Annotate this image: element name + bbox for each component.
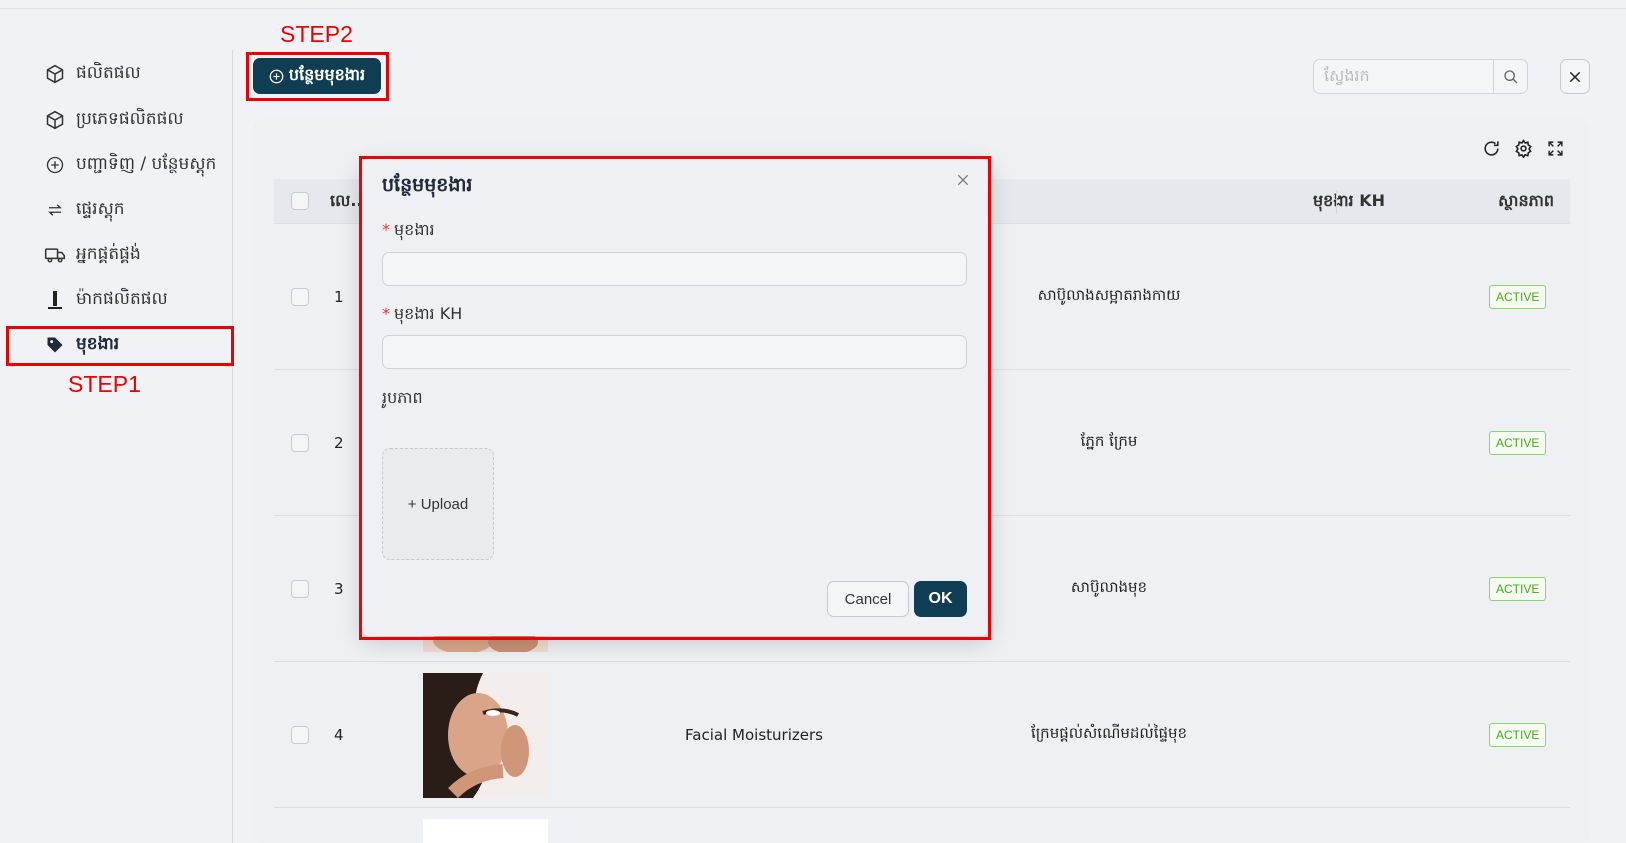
sidebar-item-label: បញ្ជាទិញ / បន្ថែមស្តុក (76, 153, 217, 174)
sidebar-item-label: អ្នកផ្គត់ផ្គង់ (76, 243, 141, 264)
select-all-checkbox[interactable] (291, 192, 309, 210)
add-feature-button[interactable]: បន្ថែមមុខងារ (253, 58, 381, 94)
image-upload-button[interactable]: + Upload (382, 448, 494, 560)
feature-name-kh-input[interactable] (382, 335, 967, 369)
plus-circle-icon (269, 69, 284, 84)
row-checkbox[interactable] (291, 580, 309, 598)
step2-label: STEP2 (280, 21, 353, 47)
truck-icon (44, 244, 66, 266)
sidebar-item-purchase-orders[interactable]: បញ្ជាទិញ / បន្ថែមស្តុក (44, 149, 216, 181)
sidebar-item-product-categories[interactable]: ប្រភេទផលិតផល (44, 104, 184, 136)
box-icon (44, 109, 66, 131)
header-separator (1336, 191, 1337, 213)
sidebar-item-label: ម៉ាកផលិតផល (76, 288, 168, 309)
row-checkbox[interactable] (291, 288, 309, 306)
add-feature-modal: បន្ថែមមុខងារ * មុខងារ * មុខងារ KH រូបភាព +… (362, 159, 989, 636)
feature-name-label-text: មុខងារ (394, 220, 435, 239)
feature-name-kh-label-text: មុខងារ KH (394, 304, 463, 323)
gear-icon (1514, 138, 1533, 158)
top-bar (0, 0, 1626, 9)
refresh-button[interactable] (1480, 137, 1502, 159)
step1-label: STEP1 (68, 371, 141, 397)
sidebar-item-brands[interactable]: ម៉ាកផលិតផល (44, 284, 168, 316)
search-box: ស្វែងរក (1313, 59, 1528, 94)
search-button[interactable] (1493, 60, 1527, 93)
modal-close-button[interactable] (952, 169, 974, 191)
feature-name-kh-label: * មុខងារ KH (382, 303, 462, 327)
row-checkbox[interactable] (291, 434, 309, 452)
search-icon (1503, 69, 1519, 85)
modal-title: បន្ថែមមុខងារ (382, 174, 473, 196)
ok-button[interactable]: OK (914, 581, 967, 617)
required-mark: * (382, 220, 390, 239)
plus-circle-icon (44, 154, 66, 176)
sidebar-item-suppliers[interactable]: អ្នកផ្គត់ផ្គង់ (44, 239, 141, 271)
settings-button[interactable] (1512, 137, 1534, 159)
sidebar-item-label: ផលិតផល (76, 62, 141, 83)
status-badge: ACTIVE (1489, 285, 1547, 309)
brand-bar-icon (44, 289, 66, 311)
refresh-icon (1482, 139, 1501, 158)
sidebar-item-label: ផ្ទេរស្តុក (76, 198, 125, 219)
box-icon (44, 63, 66, 85)
expand-icon (1547, 140, 1564, 157)
sidebar-item-stock-transfer[interactable]: ផ្ទេរស្តុក (44, 194, 125, 226)
header-status[interactable]: ស្ថានភាព (1498, 179, 1554, 224)
required-mark: * (382, 304, 390, 323)
feature-name-label: * មុខងារ (382, 219, 435, 243)
sidebar-item-label: ប្រភេទផលិតផល (76, 108, 184, 129)
cancel-button[interactable]: Cancel (827, 581, 909, 617)
product-thumbnail (423, 819, 548, 843)
row-index: 1 (334, 288, 344, 306)
status-badge: ACTIVE (1489, 431, 1547, 455)
status-badge: ACTIVE (1489, 723, 1547, 747)
feature-name-input[interactable] (382, 252, 967, 286)
step1-highlight (6, 326, 234, 366)
row-index: 3 (334, 580, 344, 598)
add-feature-label: បន្ថែមមុខងារ (288, 65, 366, 84)
table-row[interactable] (274, 808, 1570, 843)
clear-search-button[interactable] (1560, 59, 1590, 94)
close-icon (956, 173, 970, 187)
row-index: 2 (334, 434, 344, 452)
row-index: 4 (334, 726, 344, 744)
fullscreen-button[interactable] (1544, 137, 1566, 159)
row-checkbox[interactable] (291, 726, 309, 744)
table-row[interactable]: 4 Facial Moisturizers ក្រែមផ្តល់សំណើមដល់… (274, 662, 1570, 808)
row-name-kh: ក្រែមផ្តល់សំណើមដល់ផ្ទៃមុខ (1030, 724, 1188, 742)
image-label: រូបភាព (382, 388, 423, 407)
product-thumbnail (423, 673, 548, 798)
sidebar-item-products[interactable]: ផលិតផល (44, 58, 141, 90)
search-input[interactable]: ស្វែងរក (1314, 60, 1493, 93)
close-icon (1568, 70, 1582, 84)
status-badge: ACTIVE (1489, 577, 1547, 601)
transfer-arrows-icon (44, 199, 66, 221)
